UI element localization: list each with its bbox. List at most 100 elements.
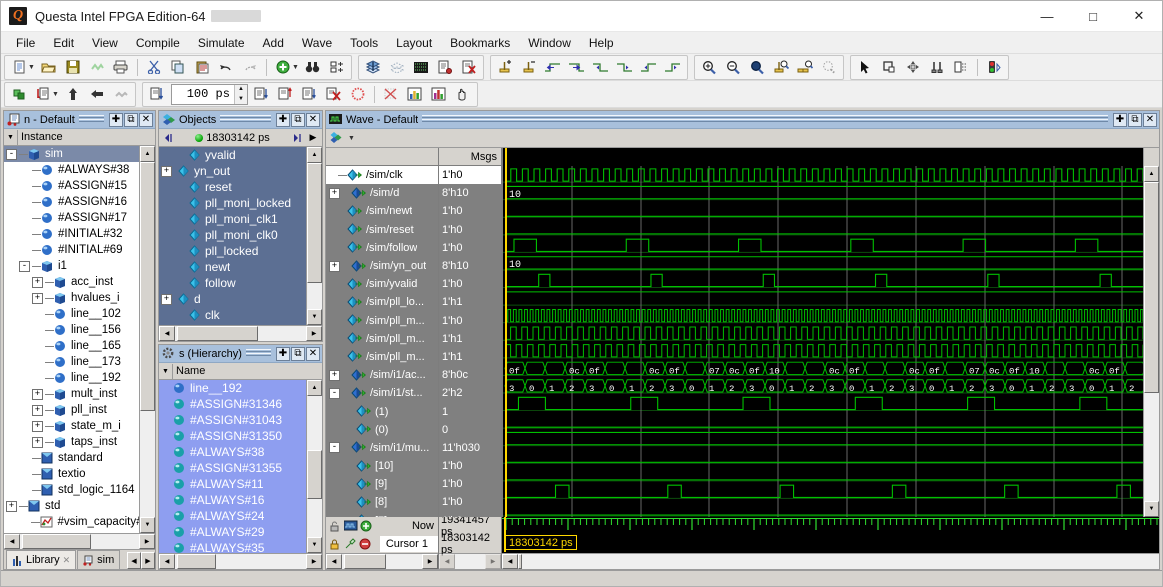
wave-signal-row[interactable]: +/sim/d	[326, 184, 438, 202]
zoom-mode-icon[interactable]	[878, 57, 900, 78]
tree-expander-plus-icon[interactable]: +	[161, 166, 172, 177]
zoom-mouse-icon[interactable]	[818, 57, 840, 78]
reload-icon[interactable]	[86, 57, 108, 78]
hand-icon[interactable]	[452, 84, 474, 105]
tree-expander-plus-icon[interactable]: +	[32, 389, 43, 400]
cursor-1-marker[interactable]	[505, 148, 507, 517]
hierarchy-list-item[interactable]: #ALWAYS#35	[159, 540, 306, 553]
interrupt-icon[interactable]	[380, 84, 402, 105]
instance-tree-row[interactable]: +std	[4, 498, 139, 514]
menu-help[interactable]: Help	[580, 34, 623, 52]
find-binoculars-icon[interactable]	[302, 57, 324, 78]
end-simulation-icon[interactable]	[458, 57, 480, 78]
instance-tree[interactable]: -sim#ALWAYS#38#ASSIGN#15#ASSIGN#16#ASSIG…	[4, 146, 139, 533]
print-icon[interactable]	[110, 57, 132, 78]
tab-sim[interactable]: sim	[77, 550, 120, 569]
wave-signal-row[interactable]: /sim/pll_m...	[326, 348, 438, 366]
hierarchy-scroll-track[interactable]	[307, 396, 322, 537]
structure-pane-close-icon[interactable]: ✕	[139, 113, 153, 127]
wave-canvas[interactable]: 10100f0c0f0c0f070c0f100c0f0c0f070c0f100c…	[502, 148, 1143, 517]
instance-tree-row[interactable]: line__156	[4, 322, 139, 338]
instance-tree-row[interactable]: #ASSIGN#16	[4, 194, 139, 210]
minimize-icon[interactable]: —	[1024, 1, 1070, 32]
wave-signal-row[interactable]: /sim/pll_lo...	[326, 293, 438, 311]
tab-library[interactable]: Library ✕	[6, 550, 76, 569]
scroll-up-icon[interactable]: ▲	[140, 146, 155, 162]
wave-names-hscrollbar[interactable]: ◀ ▶	[326, 553, 438, 569]
menu-wave[interactable]: Wave	[293, 34, 341, 52]
next-transition-icon[interactable]	[566, 57, 588, 78]
objects-prev-icon[interactable]	[160, 130, 176, 146]
find-next-falling-icon[interactable]	[614, 57, 636, 78]
structure-pane-undock-icon[interactable]: ⧉	[124, 113, 138, 127]
tree-expander-minus-icon[interactable]: -	[329, 442, 340, 453]
wave-signal-row[interactable]: [7]	[326, 512, 438, 517]
instance-tree-row[interactable]: +state_m_i	[4, 418, 139, 434]
object-list-item[interactable]: +yn_out	[159, 163, 306, 179]
wave-signal-row[interactable]: /sim/pll_m...	[326, 330, 438, 348]
continue-run-icon[interactable]	[251, 84, 273, 105]
instance-tree-row[interactable]: line__192	[4, 370, 139, 386]
object-list-item[interactable]: newt	[159, 259, 306, 275]
instance-tree-row[interactable]: +pll_inst	[4, 402, 139, 418]
objects-hscroll-thumb[interactable]	[177, 326, 258, 341]
hierarchy-list-item[interactable]: #ASSIGN#31355	[159, 460, 306, 476]
object-list-item[interactable]: yvalid	[159, 147, 306, 163]
wave-pane-undock-icon[interactable]: ⧉	[1128, 113, 1142, 127]
new-file-dropdown-caret-icon[interactable]: ▼	[28, 64, 35, 71]
hierarchy-list-item[interactable]: #ASSIGN#31350	[159, 428, 306, 444]
object-list-item[interactable]: reset	[159, 179, 306, 195]
wave-signal-row[interactable]: [8]	[326, 493, 438, 511]
instance-tree-row[interactable]: +hvalues_i	[4, 290, 139, 306]
tree-expander-minus-icon[interactable]: -	[329, 388, 340, 399]
new-file-icon[interactable]	[8, 57, 30, 78]
wave-signal-row[interactable]: [10]	[326, 457, 438, 475]
wave-signal-row[interactable]: (1)	[326, 402, 438, 420]
tab-library-close-icon[interactable]: ✕	[63, 555, 71, 566]
instance-tree-row[interactable]: #vsim_capacity#	[4, 514, 139, 530]
wave-names-hscroll-track[interactable]	[342, 554, 422, 569]
scroll-down-icon[interactable]: ▼	[140, 517, 155, 533]
hierarchy-hscrollbar[interactable]: ◀ ▶	[159, 553, 322, 569]
wave-signal-type-icon[interactable]: ▼	[326, 131, 357, 145]
collapse-tree-icon[interactable]	[326, 57, 348, 78]
profile-icon[interactable]	[404, 84, 426, 105]
scroll-up-icon[interactable]: ▲	[1144, 166, 1159, 182]
scroll-up-icon[interactable]: ▲	[307, 147, 322, 163]
objects-pane-close-icon[interactable]: ✕	[306, 113, 320, 127]
scroll-down-icon[interactable]: ▼	[1144, 501, 1159, 517]
scroll-left-icon[interactable]: ◀	[502, 554, 518, 569]
hierarchy-list-item[interactable]: #ASSIGN#31043	[159, 412, 306, 428]
wave-canvas-hscroll-track[interactable]	[518, 554, 1159, 569]
structure-hscroll-thumb[interactable]	[22, 534, 91, 549]
tree-expander-plus-icon[interactable]: +	[329, 370, 340, 381]
hierarchy-list-item[interactable]: line__192	[159, 380, 306, 396]
find-prev-rising-icon[interactable]	[638, 57, 660, 78]
instance-tree-row[interactable]: -i1	[4, 258, 139, 274]
wave-pane-close-icon[interactable]: ✕	[1143, 113, 1157, 127]
objects-list[interactable]: yvalid+yn_outresetpll_moni_lockedpll_mon…	[159, 147, 306, 325]
hierarchy-list-item[interactable]: #ALWAYS#16	[159, 492, 306, 508]
wave-signal-row[interactable]: /sim/clk	[326, 166, 438, 184]
add-green-icon[interactable]	[272, 57, 294, 78]
step-back-icon[interactable]	[86, 84, 108, 105]
tree-expander-plus-icon[interactable]: +	[6, 501, 17, 512]
zoom-range-icon[interactable]	[794, 57, 816, 78]
filter-icon[interactable]: ▼	[4, 130, 18, 145]
objects-hscrollbar[interactable]: ◀ ▶	[159, 325, 322, 341]
object-list-item[interactable]: +d	[159, 291, 306, 307]
tree-expander-minus-icon[interactable]: -	[19, 261, 30, 272]
structure-vscrollbar[interactable]: ▲ ▼	[139, 146, 155, 533]
wave-signal-name-list[interactable]: /sim/clk+/sim/d/sim/newt/sim/reset/sim/f…	[326, 166, 438, 517]
menu-window[interactable]: Window	[519, 34, 580, 52]
instance-tree-row[interactable]: #INITIAL#69	[4, 242, 139, 258]
insert-cursor-icon[interactable]	[494, 57, 516, 78]
instance-tree-row[interactable]: #ALWAYS#38	[4, 162, 139, 178]
wave-canvas-hscroll-thumb[interactable]	[518, 554, 522, 569]
object-list-item[interactable]: follow	[159, 275, 306, 291]
compile-icon[interactable]	[362, 57, 384, 78]
hierarchy-list-item[interactable]: #ALWAYS#38	[159, 444, 306, 460]
wave-signal-row[interactable]: +/sim/yn_out	[326, 257, 438, 275]
objects-pane-undock-icon[interactable]: ⧉	[291, 113, 305, 127]
run-length-input[interactable]	[172, 85, 234, 104]
